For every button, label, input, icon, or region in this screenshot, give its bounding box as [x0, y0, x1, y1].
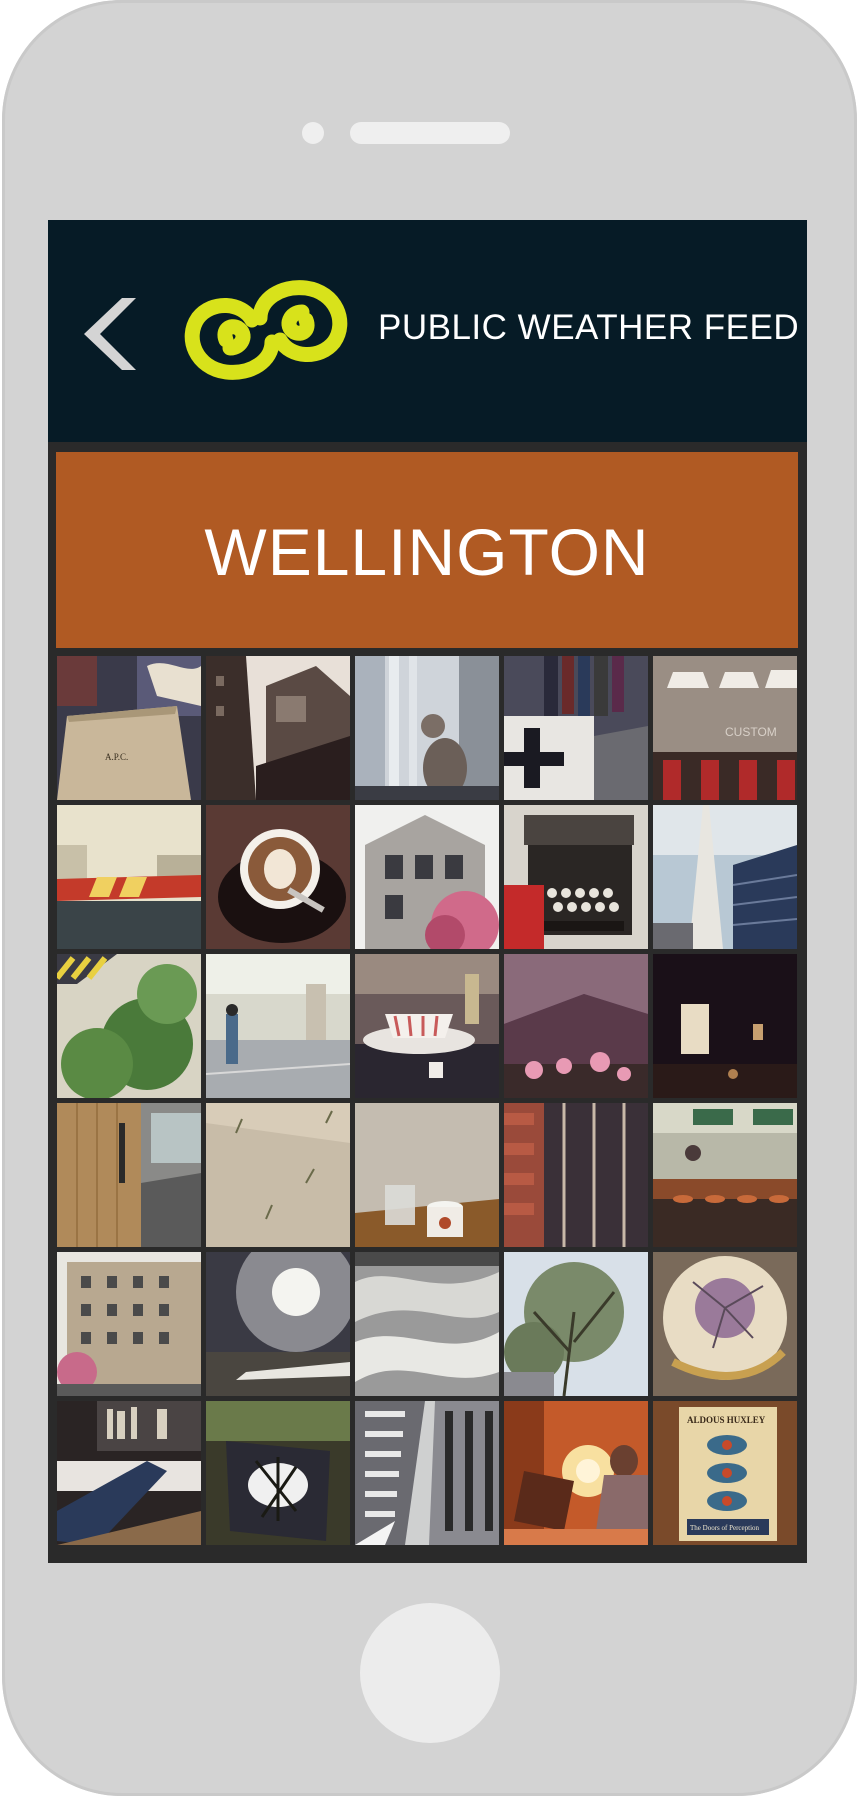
photo-tile[interactable] — [355, 954, 499, 1098]
photo-tile[interactable] — [206, 1252, 350, 1396]
photo-tile[interactable] — [355, 656, 499, 800]
reading-chair-photo — [504, 1401, 648, 1545]
book-cover-photo: ALDOUS HUXLEY The Doors of Perception — [653, 1401, 797, 1545]
photo-tile[interactable] — [504, 1103, 648, 1247]
back-button[interactable] — [80, 292, 144, 376]
photo-tile[interactable] — [57, 1252, 201, 1396]
photo-tile[interactable] — [206, 805, 350, 949]
photo-tile[interactable] — [57, 1103, 201, 1247]
photo-grid: A.P.C. CUSTOM ALDOUS HUXLEY The Doors of… — [57, 656, 799, 1545]
dark-bar-photo — [653, 954, 797, 1098]
photo-tile[interactable] — [653, 954, 797, 1098]
photo-tile[interactable] — [504, 1252, 648, 1396]
svg-text:ALDOUS HUXLEY: ALDOUS HUXLEY — [687, 1415, 766, 1425]
restaurant-kitchen-photo — [653, 1103, 797, 1247]
photo-tile[interactable] — [57, 1401, 201, 1545]
app-screen: PUBLIC WEATHER FEED WELLINGTON A.P.C. CU… — [48, 220, 807, 1563]
brick-wall-photo — [504, 1103, 648, 1247]
photo-tile[interactable] — [653, 805, 797, 949]
plant-reflection-photo — [206, 1401, 350, 1545]
chevron-left-icon — [84, 298, 136, 370]
photo-tile[interactable] — [355, 805, 499, 949]
photo-tile[interactable] — [355, 1401, 499, 1545]
wooden-door-photo — [57, 1103, 201, 1247]
cat-window-photo — [355, 656, 499, 800]
coffee-glass-table-photo — [355, 1103, 499, 1247]
tree-branches-photo — [504, 1252, 648, 1396]
apartment-building-photo — [57, 1252, 201, 1396]
typewriter-photo — [504, 805, 648, 949]
svg-text:The Doors of Perception: The Doors of Perception — [690, 1524, 760, 1532]
trees-rooftop-photo — [57, 954, 201, 1098]
photo-tile[interactable] — [504, 805, 648, 949]
city-name: WELLINGTON — [204, 515, 650, 589]
person-rooftop-photo — [206, 954, 350, 1098]
photo-tile[interactable] — [504, 954, 648, 1098]
tower-looking-up-photo — [355, 1401, 499, 1545]
sand-dunes-photo — [355, 1252, 499, 1396]
app-header: PUBLIC WEATHER FEED — [48, 220, 807, 442]
city-banner: WELLINGTON — [56, 452, 798, 648]
legs-desk-photo — [57, 1401, 201, 1545]
koru-logo-icon — [184, 280, 348, 380]
clothing-rack-photo — [504, 656, 648, 800]
skyscraper-photo — [653, 805, 797, 949]
photo-tile[interactable] — [355, 1103, 499, 1247]
victorian-house-photo — [355, 805, 499, 949]
photo-tile[interactable] — [206, 1401, 350, 1545]
cafe-counter-photo: CUSTOM — [653, 656, 797, 800]
header-title: PUBLIC WEATHER FEED — [378, 308, 800, 347]
canyon-flowers-photo — [504, 954, 648, 1098]
photo-tile[interactable] — [355, 1252, 499, 1396]
teacup-photo — [355, 954, 499, 1098]
svg-text:CUSTOM: CUSTOM — [725, 725, 777, 739]
speaker-grille — [350, 122, 510, 144]
home-button[interactable] — [360, 1603, 500, 1743]
photo-tile[interactable] — [57, 805, 201, 949]
beach-sun-photo — [206, 1252, 350, 1396]
photo-tile[interactable]: A.P.C. — [57, 656, 201, 800]
svg-text:A.P.C.: A.P.C. — [105, 752, 128, 762]
dried-flower-photo — [653, 1252, 797, 1396]
latte-art-photo — [206, 805, 350, 949]
shopping-bag-photo: A.P.C. — [57, 656, 201, 800]
photo-tile[interactable] — [504, 1401, 648, 1545]
camera-dot — [302, 122, 324, 144]
photo-tile[interactable] — [57, 954, 201, 1098]
photo-tile[interactable]: ALDOUS HUXLEY The Doors of Perception — [653, 1401, 797, 1545]
photo-tile[interactable] — [504, 656, 648, 800]
photo-tile[interactable] — [653, 1103, 797, 1247]
photo-tile[interactable] — [653, 1252, 797, 1396]
photo-tile[interactable] — [206, 954, 350, 1098]
photo-tile[interactable]: CUSTOM — [653, 656, 797, 800]
sand-plants-photo — [206, 1103, 350, 1247]
rooftop-parking-photo — [57, 805, 201, 949]
photo-tile[interactable] — [206, 656, 350, 800]
buildings-photo — [206, 656, 350, 800]
photo-tile[interactable] — [206, 1103, 350, 1247]
